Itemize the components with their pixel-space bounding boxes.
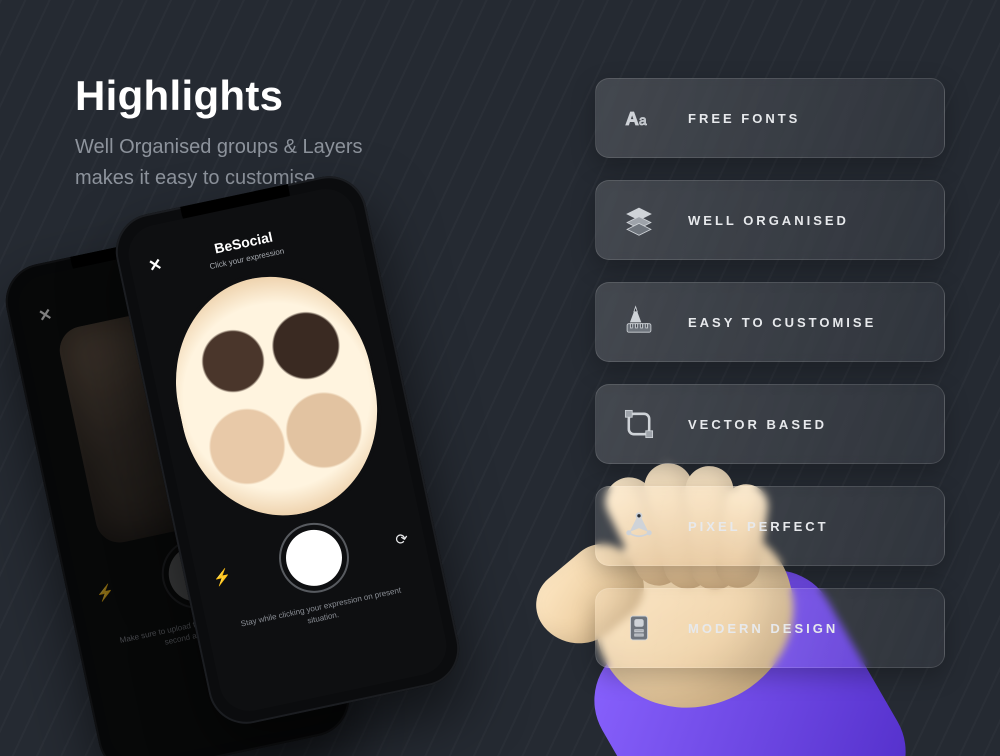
app-title-back [130, 284, 137, 300]
shutter-button-back [163, 540, 229, 606]
vector-square-icon [620, 405, 658, 443]
feature-label: VECTOR BASED [688, 417, 827, 432]
layers-icon [620, 201, 658, 239]
feature-card-easy-customise: EASY TO CUSTOMISE [595, 282, 945, 362]
feature-label: FREE FONTS [688, 111, 800, 126]
app-subtitle: Click your expression [209, 246, 285, 271]
page-title: Highlights [75, 72, 283, 120]
feature-card-list: Aa FREE FONTS WELL ORGANISED EASY TO CUS… [595, 78, 945, 668]
feature-card-pixel-perfect: PIXEL PERFECT [595, 486, 945, 566]
selfie-preview [155, 258, 397, 534]
flash-icon: ⚡ [211, 567, 233, 588]
close-icon: ✕ [37, 304, 54, 326]
phone-mockups: ✕ ⚡ ⟳ Make sure to upload front camera p… [50, 180, 510, 756]
flip-camera-icon: ⟳ [276, 545, 292, 565]
feature-label: PIXEL PERFECT [688, 519, 829, 534]
subtitle-line2: makes it easy to customise [75, 167, 315, 189]
font-icon: Aa [620, 99, 658, 137]
flip-camera-icon: ⟳ [394, 529, 410, 549]
hint-text-back: Make sure to upload front camera photo w… [114, 599, 295, 658]
subtitle-line1: Well Organised groups & Layers [75, 136, 363, 158]
feature-label: WELL ORGANISED [688, 213, 849, 228]
feature-card-free-fonts: Aa FREE FONTS [595, 78, 945, 158]
feature-label: MODERN DESIGN [688, 621, 838, 636]
feature-card-well-organised: WELL ORGANISED [595, 180, 945, 260]
app-title: BeSocial [213, 229, 274, 257]
pen-tool-icon [620, 507, 658, 545]
svg-text:A: A [625, 108, 639, 129]
svg-text:a: a [639, 113, 647, 128]
feature-label: EASY TO CUSTOMISE [688, 315, 876, 330]
photo-preview-back [55, 296, 267, 547]
phone-front: ✕ BeSocial Click your expression ⚡ ⟳ Sta… [109, 169, 467, 731]
hint-text: Stay while clicking your expression on p… [232, 583, 413, 642]
feature-card-modern-design: MODERN DESIGN [595, 588, 945, 668]
page-subtitle: Well Organised groups & Layers makes it … [75, 132, 363, 194]
pencil-ruler-icon [620, 303, 658, 341]
shutter-button [280, 525, 346, 591]
phone-back: ✕ ⚡ ⟳ Make sure to upload front camera p… [0, 219, 356, 756]
feature-card-vector-based: VECTOR BASED [595, 384, 945, 464]
close-icon: ✕ [147, 254, 164, 276]
flash-icon: ⚡ [94, 582, 116, 603]
layout-icon [620, 609, 658, 647]
